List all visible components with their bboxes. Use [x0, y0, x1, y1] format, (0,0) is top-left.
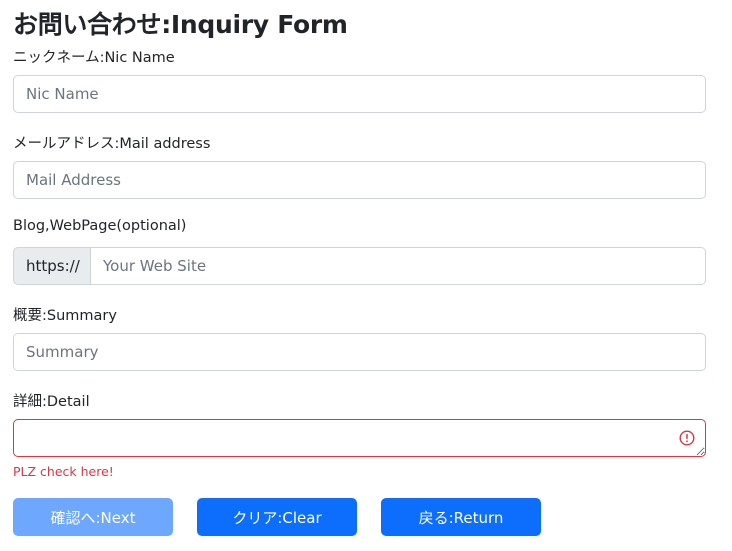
nickname-input[interactable]: [13, 75, 706, 113]
clear-button[interactable]: クリア:Clear: [197, 498, 357, 536]
error-icon: [679, 430, 695, 446]
detail-error-message: PLZ check here!: [13, 464, 114, 479]
return-button[interactable]: 戻る:Return: [381, 498, 541, 536]
summary-label: 概要:Summary: [13, 308, 117, 324]
nickname-label: ニックネーム:Nic Name: [13, 50, 175, 66]
https-prefix: https://: [13, 247, 91, 285]
email-input[interactable]: [13, 161, 706, 199]
website-input-group: https://: [13, 247, 706, 285]
detail-textarea[interactable]: [13, 419, 706, 457]
email-label: メールアドレス:Mail address: [13, 136, 211, 152]
summary-input[interactable]: [13, 333, 706, 371]
detail-label: 詳細:Detail: [13, 394, 90, 410]
next-button[interactable]: 確認へ:Next: [13, 498, 173, 536]
page-title: お問い合わせ:Inquiry Form: [13, 10, 348, 39]
website-label: Blog,WebPage(optional): [13, 218, 187, 234]
website-input[interactable]: [91, 247, 706, 285]
